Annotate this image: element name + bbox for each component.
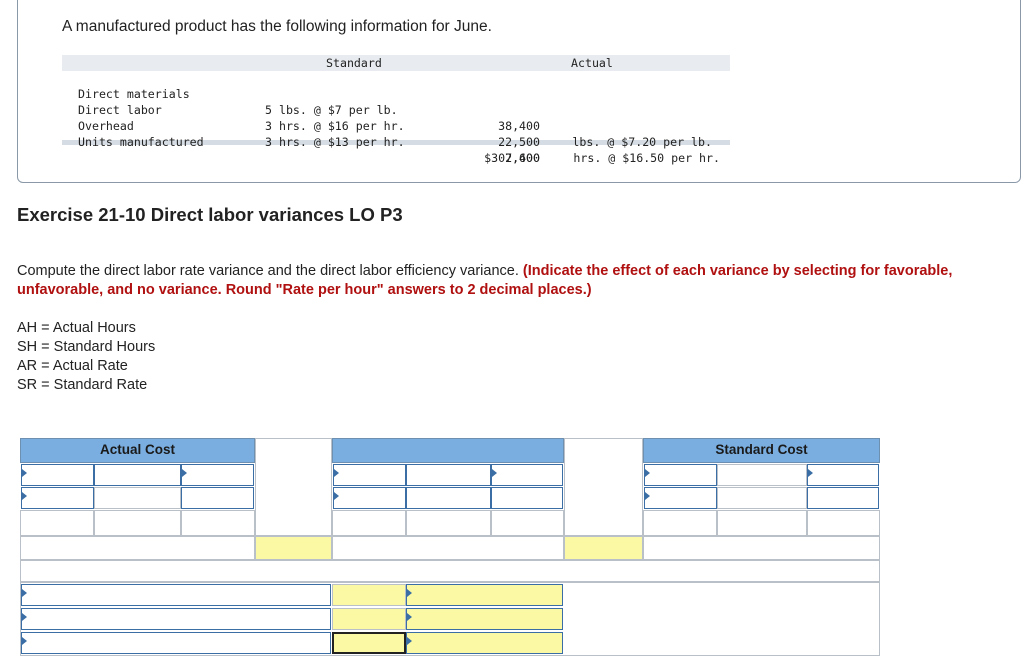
summary-variance-dropdown-1[interactable] [406,584,563,606]
summary-variance-dropdown-2[interactable] [406,608,563,630]
variance-row-middle [332,536,564,560]
row-actual-qty: 7,600 [505,151,540,165]
definition-ah: AH = Actual Hours [17,320,136,336]
dropdown-arrow-icon [182,469,187,477]
standard-total-value [807,510,880,536]
dropdown-arrow-icon [22,492,27,500]
spacer-column-1 [255,438,332,536]
data-row-overhead: Overhead 3 hrs. @ $13 per hr. $302,400 [62,102,730,165]
data-row-direct-materials: Direct materials 5 lbs. @ $7 per lb. 38,… [62,70,730,149]
standard-total-label [643,510,717,536]
summary-label-dropdown-1[interactable] [21,584,331,606]
summary-label-dropdown-2[interactable] [21,608,331,630]
exercise-title: Exercise 21-10 Direct labor variances LO… [17,204,403,225]
middle-total-label [332,510,406,536]
summary-yellow-cell-1 [332,584,406,606]
definition-sr: SR = Standard Rate [17,377,148,393]
dropdown-arrow-icon [22,637,27,645]
actual-cost-label-dropdown-2[interactable] [181,464,254,486]
actual-cost-total-value [181,510,255,536]
dropdown-arrow-icon [334,469,339,477]
product-data-table: Standard Actual Direct materials 5 lbs. … [62,55,730,165]
actual-cost-value-dropdown-1[interactable] [21,487,94,509]
dropdown-arrow-icon [22,589,27,597]
standard-cost-label-dropdown-2[interactable] [807,464,879,486]
middle-label-dropdown-1[interactable] [333,464,406,486]
dropdown-arrow-icon [407,637,412,645]
row-actual-rate: lbs. @ $7.20 per lb. [572,135,712,149]
intro-text: A manufactured product has the following… [62,18,492,35]
middle-value-input-3[interactable] [491,487,563,509]
row-standard: 3 hrs. @ $13 per hr. [265,135,405,149]
actual-column-header: Actual [571,56,613,70]
actual-cost-value-input-1[interactable] [94,464,181,486]
middle-total-value [491,510,564,536]
dropdown-arrow-icon [334,492,339,500]
actual-cost-total-mid [94,510,181,536]
actual-cost-total-label [20,510,94,536]
standard-cost-value-cell-1 [717,464,807,486]
actual-cost-label-dropdown-1[interactable] [21,464,94,486]
efficiency-variance-cell [564,536,643,560]
dropdown-arrow-icon [22,613,27,621]
standard-cost-value-dropdown-1[interactable] [644,487,717,509]
summary-label-dropdown-3[interactable] [21,632,331,654]
summary-variance-dropdown-3[interactable] [406,632,563,654]
variance-worksheet: Actual Cost Standard Cost [20,438,880,656]
standard-cost-value-cell-2 [717,487,807,509]
row-actual-qty: 22,500 [498,135,540,149]
row-actual-rate: hrs. @ $16.50 per hr. [573,151,720,165]
middle-value-dropdown-1[interactable] [333,487,406,509]
standard-total-mid [717,510,807,536]
dropdown-arrow-icon [645,492,650,500]
actual-cost-header: Actual Cost [20,438,255,463]
dropdown-arrow-icon [407,589,412,597]
middle-value-input-2[interactable] [406,487,491,509]
variance-row-right [643,536,880,560]
summary-yellow-cell-2 [332,608,406,630]
worksheet-spacer-row [20,560,880,582]
instructions: Compute the direct labor rate variance a… [17,262,1017,300]
dropdown-arrow-icon [645,469,650,477]
instructions-plain: Compute the direct labor rate variance a… [17,263,523,279]
definition-sh: SH = Standard Hours [17,339,156,355]
actual-cost-value-cell-2 [94,487,181,509]
middle-header [332,438,564,463]
summary-total-input[interactable] [332,632,406,654]
definition-ar: AR = Actual Rate [17,358,128,374]
dropdown-arrow-icon [22,469,27,477]
dropdown-arrow-icon [808,469,813,477]
rate-variance-cell [255,536,332,560]
data-table-header: Standard Actual [62,55,730,71]
standard-cost-value-input-2[interactable] [807,487,879,509]
actual-cost-value-input-2[interactable] [181,487,254,509]
dropdown-arrow-icon [492,469,497,477]
standard-cost-header: Standard Cost [643,438,880,463]
data-row-units-manufactured: Units manufactured 7,600 [62,118,730,165]
middle-total-mid [406,510,491,536]
definitions-list: AH = Actual Hours SH = Standard Hours AR… [17,319,155,395]
spacer-column-2 [564,438,643,536]
middle-label-dropdown-2[interactable] [491,464,563,486]
standard-cost-label-dropdown-1[interactable] [644,464,717,486]
middle-value-input-1[interactable] [406,464,491,486]
standard-column-header: Standard [326,56,382,70]
row-label: Units manufactured [78,135,204,149]
dropdown-arrow-icon [407,613,412,621]
variance-row-left [20,536,255,560]
data-row-direct-labor: Direct labor 3 hrs. @ $16 per hr. 22,500… [62,86,730,165]
